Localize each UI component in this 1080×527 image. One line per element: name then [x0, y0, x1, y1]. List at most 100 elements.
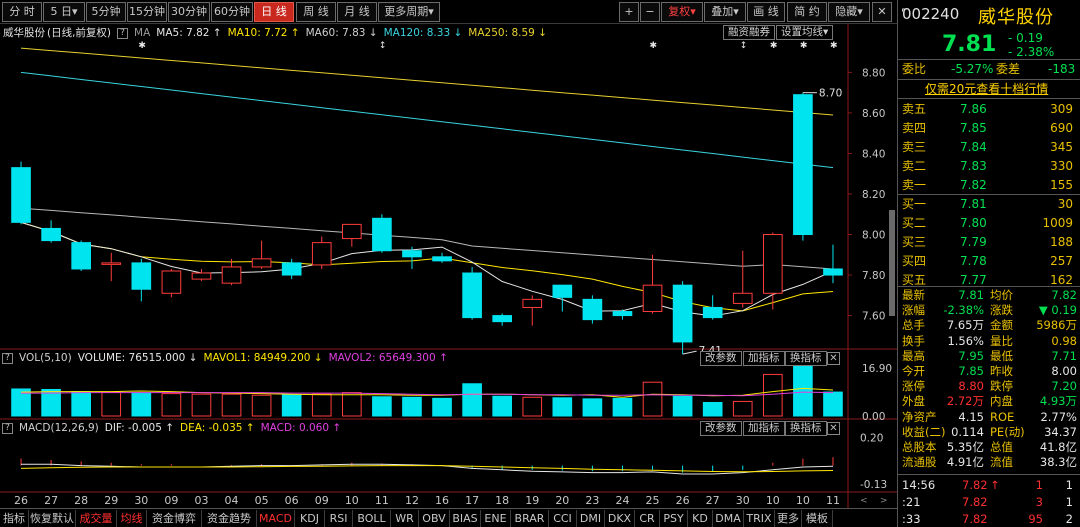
tick-row: :21 7.82 3 1 [898, 494, 1080, 510]
divider [898, 474, 1080, 475]
indicator-tab-bar: 指标 恢复默认 成交量 均线 资金博弈 资金趋势 MACD KDJ RSI BOLL WR OBV BI… [0, 508, 897, 527]
indicator-tab[interactable]: 模板 [802, 510, 833, 527]
indicator-tab[interactable]: 均线 [117, 510, 147, 527]
period-monthly[interactable]: 月 线 [337, 2, 377, 22]
volume-bar [191, 393, 212, 417]
vol-swap-indicator-button[interactable]: 换指标 [785, 351, 827, 366]
indicator-tab[interactable]: PSY [660, 510, 688, 527]
indicator-tab[interactable]: KDJ [295, 510, 325, 527]
indicator-tab[interactable]: DMI [577, 510, 605, 527]
indicator-tab[interactable]: 恢复默认 [29, 510, 76, 527]
ten-level-promo-link[interactable]: 仅需20元查看十档行情 [925, 80, 1048, 97]
close-icon[interactable]: ✕ [872, 2, 892, 22]
indicator-tab[interactable]: ENE [481, 510, 511, 527]
quote-header: ⌐ 002240 威华股份 7.81 - 0.19 - 2.38% [898, 0, 1080, 59]
x-tick-label: 10 [345, 494, 359, 507]
buy-level[interactable]: 买三 7.79 188 [898, 233, 1080, 252]
overlay-dropdown[interactable]: 叠加▾ [704, 2, 746, 22]
sell-level[interactable]: 卖二 7.83 330 [898, 157, 1080, 176]
level-volume: 155 [1050, 178, 1073, 192]
zoom-out-button[interactable]: − [640, 2, 660, 22]
margin-trading-button[interactable]: 融资融券 [723, 25, 775, 40]
help-icon[interactable]: ? [2, 422, 13, 434]
indicator-tab[interactable]: MACD [257, 510, 295, 527]
period-5day[interactable]: 5 日▾ [43, 2, 85, 22]
tick-price: 7.82 [962, 478, 988, 492]
stat-label: 收益(二) [902, 424, 946, 439]
sell-level[interactable]: 卖四 7.85 690 [898, 119, 1080, 138]
candle-down [372, 217, 392, 252]
indicator-tab[interactable]: CCI [549, 510, 577, 527]
simple-mode-button[interactable]: 简 约 [787, 2, 827, 22]
indicator-tab[interactable]: BRAR [511, 510, 549, 527]
x-tick-label: 12 [405, 494, 419, 507]
vol-param-button[interactable]: 改参数 [700, 351, 742, 366]
stat-label: 最新 [902, 288, 925, 302]
indicator-tab[interactable]: WR [391, 510, 419, 527]
indicator-tab[interactable]: 指标 [0, 510, 29, 527]
help-icon[interactable]: ? [2, 352, 13, 364]
stat-label: 内盘 [990, 394, 1013, 409]
level-volume: 309 [1050, 102, 1073, 116]
scroll-right-icon[interactable]: > [880, 496, 888, 506]
volume-tick-label: 16.90 [862, 363, 892, 375]
wb-label: 委比 [902, 62, 927, 76]
indicator-tab[interactable]: OBV [419, 510, 450, 527]
event-marker-icon: ✱ [138, 41, 146, 51]
macd-add-indicator-button[interactable]: 加指标 [743, 421, 785, 436]
indicator-tab[interactable]: 资金趋势 [202, 510, 257, 527]
indicator-tab[interactable]: 成交量 [76, 510, 117, 527]
x-tick-label: 25 [646, 494, 660, 507]
close-icon[interactable]: ✕ [827, 352, 840, 365]
buy-level[interactable]: 买四 7.78 257 [898, 252, 1080, 271]
stat-value: 4.91亿 [946, 455, 984, 470]
stat-label: 今开 [902, 364, 925, 378]
ma-settings-button[interactable]: 设置均线▾ [776, 25, 834, 40]
period-5min[interactable]: 5分钟 [86, 2, 126, 22]
period-timeshare[interactable]: 分 时 [2, 2, 42, 22]
macd-param-button[interactable]: 改参数 [700, 421, 742, 436]
indicator-tab[interactable]: RSI [325, 510, 353, 527]
stat-label: 净资产 [902, 409, 937, 424]
indicator-tab[interactable]: 更多 [775, 510, 802, 527]
period-more[interactable]: 更多周期▾ [378, 2, 440, 22]
x-tick-label: 11 [375, 494, 389, 507]
high-annotation-label: 8.70 [819, 88, 842, 100]
vol-add-indicator-button[interactable]: 加指标 [743, 351, 785, 366]
indicator-tab[interactable]: 资金博弈 [147, 510, 202, 527]
buy-level[interactable]: 买一 7.81 30 [898, 195, 1080, 214]
sell-level[interactable]: 卖一 7.82 155 [898, 176, 1080, 195]
scroll-left-icon[interactable]: < [860, 496, 868, 506]
indicator-tab[interactable]: BIAS [450, 510, 481, 527]
zoom-in-button[interactable]: + [619, 2, 639, 22]
adjust-dropdown[interactable]: 复权▾ [661, 2, 703, 22]
indicator-tab[interactable]: DMA [713, 510, 744, 527]
x-tick-label: 06 [285, 494, 299, 507]
period-30min[interactable]: 30分钟 [168, 2, 210, 22]
period-15min[interactable]: 15分钟 [127, 2, 167, 22]
close-icon[interactable]: ✕ [827, 422, 840, 435]
indicator-tab[interactable]: DKX [605, 510, 635, 527]
period-weekly[interactable]: 周 线 [296, 2, 336, 22]
vol-name: VOL(5,10) [19, 352, 72, 364]
macd-swap-indicator-button[interactable]: 换指标 [785, 421, 827, 436]
stat-label: ROE [990, 409, 1015, 424]
level-price: 7.86 [960, 102, 987, 116]
stat-value: 8.00 [1051, 364, 1077, 378]
stat-value: 5.35亿 [946, 440, 984, 454]
sell-level[interactable]: 卖五 7.86 309 [898, 100, 1080, 119]
period-daily[interactable]: 日 线 [254, 2, 294, 22]
help-icon[interactable]: ? [117, 27, 129, 39]
stat-row: 总手 7.65万 金额 5986万 [898, 317, 1080, 333]
buy-level[interactable]: 买二 7.80 1009 [898, 214, 1080, 233]
indicator-tab[interactable]: BOLL [353, 510, 391, 527]
sell-level[interactable]: 卖三 7.84 345 [898, 138, 1080, 157]
candle-down [462, 272, 482, 319]
indicator-tab[interactable]: KD [688, 510, 713, 527]
hide-dropdown[interactable]: 隐藏▾ [828, 2, 870, 22]
period-60min[interactable]: 60分钟 [211, 2, 253, 22]
indicator-tab[interactable]: CR [635, 510, 660, 527]
indicator-tab[interactable]: TRIX [744, 510, 775, 527]
event-marker-icon: ✱ [650, 41, 658, 51]
draw-line-button[interactable]: 画 线 [747, 2, 785, 22]
